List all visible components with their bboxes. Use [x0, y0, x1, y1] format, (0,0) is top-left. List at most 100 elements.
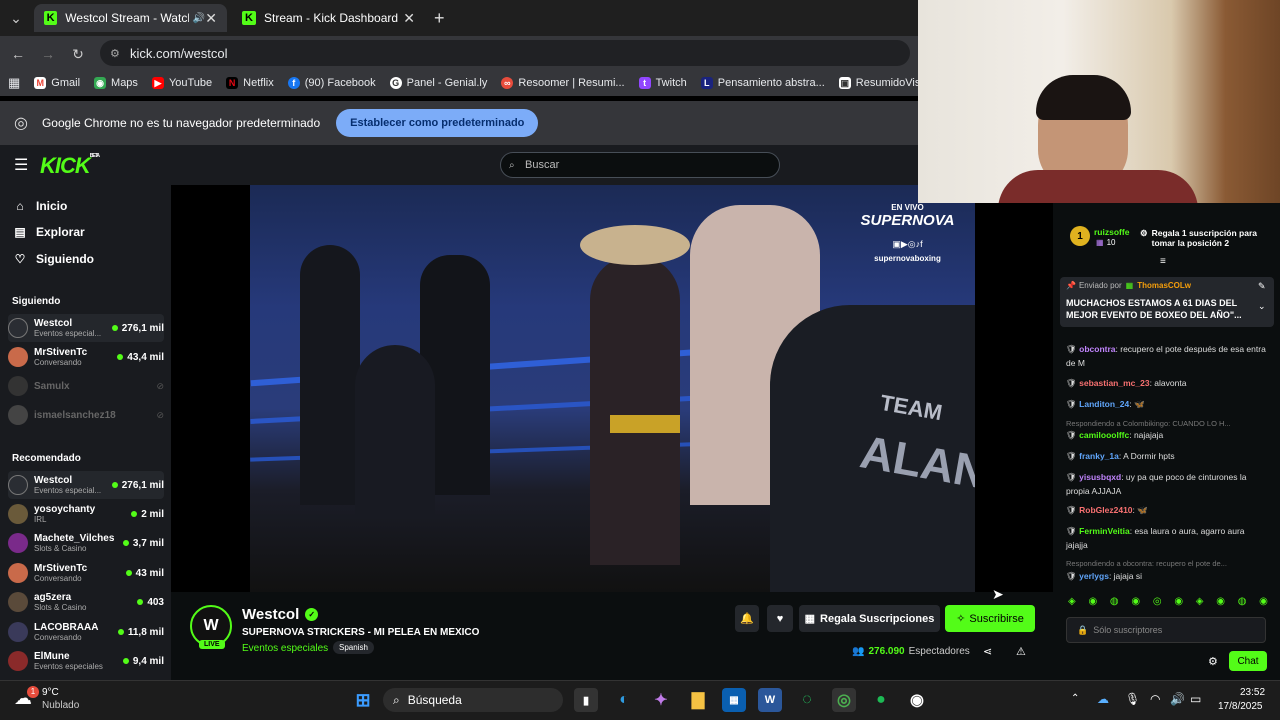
wifi-icon[interactable]: ◠ — [1150, 692, 1160, 706]
volume-icon[interactable]: 🔊 — [1170, 692, 1185, 706]
bookmark-genially[interactable]: G Panel - Genial.ly — [389, 77, 487, 89]
badge-icon: 🛡 — [1066, 430, 1080, 440]
recommended-ag5zera[interactable]: ag5zera Slots & Casino 403 — [8, 588, 164, 616]
bookmark-twitch[interactable]: t Twitch — [638, 77, 687, 89]
emote-bar[interactable]: ◈ ◉ ◍ ◉ ◎ ◉ ◈ ◉ ◍ ◉ — [1068, 596, 1268, 610]
notification-bell-icon[interactable]: 🔔 — [735, 605, 759, 632]
reload-icon[interactable]: ↻ — [68, 44, 88, 64]
top-gifter-count: ▦ 10 — [1096, 238, 1116, 247]
bookmark-youtube[interactable]: ▶ YouTube — [151, 77, 212, 89]
apps-icon[interactable]: ▦ — [8, 75, 20, 91]
clock-date[interactable]: 17/8/2025 — [1218, 701, 1263, 712]
word-icon[interactable]: W — [758, 688, 782, 712]
set-default-button[interactable]: Establecer como predeterminado — [336, 109, 539, 137]
video-frame[interactable]: TEAM ALAN EN VIVO SUPERNOVA ▣▶◎♪f supern… — [250, 185, 975, 592]
following-mrstiventc[interactable]: MrStivenTc Conversando 43,4 mil — [8, 343, 164, 371]
tab-search-icon[interactable]: ⌄ — [6, 8, 26, 28]
battery-icon[interactable]: ▭ — [1190, 692, 1201, 706]
site-info-icon[interactable]: ⚙ — [110, 47, 120, 60]
collapse-icon[interactable]: ≡ — [1160, 256, 1166, 267]
event-watermark: EN VIVO SUPERNOVA ▣▶◎♪f supernovaboxing — [850, 203, 965, 298]
chat-settings-gear-icon[interactable]: ⚙ — [1208, 655, 1218, 668]
following-westcol[interactable]: Westcol Eventos especial... 276,1 mil — [8, 314, 164, 342]
fighter-figure — [590, 255, 680, 565]
onedrive-icon[interactable]: ☁ — [1097, 692, 1109, 706]
nav-siguiendo[interactable]: ♡ Siguiendo — [12, 252, 94, 266]
weather-badge: 1 — [27, 686, 39, 698]
shirt — [998, 170, 1198, 203]
recommended-elmune[interactable]: ElMune Eventos especiales 9,4 mil — [8, 647, 164, 675]
close-tab-icon[interactable]: ✕ — [205, 10, 217, 27]
tab-westcol[interactable]: K Westcol Stream - Watch Live 🔊 ✕ — [34, 4, 227, 32]
following-samulx[interactable]: Samulx ⊘ — [8, 372, 164, 400]
gift-icon: ▦ — [804, 613, 816, 625]
badge-icon: 🛡 — [1066, 526, 1080, 536]
url-field[interactable]: ⚙ kick.com/westcol — [100, 40, 910, 66]
forward-icon[interactable]: → — [38, 44, 58, 64]
chat-send-button[interactable]: Chat — [1229, 651, 1267, 671]
recommended-westcol[interactable]: Westcol Eventos especial... 276,1 mil — [8, 471, 164, 499]
weather-desc: Nublado — [42, 700, 80, 711]
recommended-lacobraaa[interactable]: LACOBRAAA Conversando 11,8 mil — [8, 618, 164, 646]
obs-icon[interactable]: ◉ — [905, 688, 929, 712]
speaker-icon[interactable]: 🔊 — [193, 13, 205, 24]
bookmark-resumido[interactable]: ▣ResumidoVisualBasi... — [838, 77, 918, 89]
photographer-figure — [300, 245, 360, 505]
gift-subs-button[interactable]: ▦ Regala Suscripciones — [799, 605, 940, 632]
whatsapp-icon[interactable]: ◌ — [795, 688, 819, 712]
report-icon[interactable]: ⚠ — [1016, 645, 1026, 658]
follow-heart-icon[interactable]: ♥ — [767, 605, 793, 632]
edge-icon[interactable]: ◐ — [612, 688, 636, 712]
bookmark-resoomer[interactable]: ∞ Resoomer | Resumi... — [501, 77, 625, 89]
search-input[interactable]: ⌕ Buscar — [500, 152, 780, 178]
maps-icon: ◉ — [94, 77, 107, 89]
bookmark-netflix[interactable]: N Netflix — [226, 77, 274, 89]
chevron-down-icon[interactable]: ⌄ — [1258, 301, 1266, 312]
recommended-mrstiventc[interactable]: MrStivenTc Conversando 43 mil — [8, 559, 164, 587]
chrome-taskbar-icon[interactable]: ◎ — [832, 688, 856, 712]
top-gifter-name[interactable]: ruizsoffe — [1094, 227, 1129, 237]
tab-kick-dashboard[interactable]: K Stream - Kick Dashboard ✕ — [232, 4, 425, 32]
close-tab-icon[interactable]: ✕ — [403, 10, 415, 27]
share-icon[interactable]: ⋖ — [983, 645, 992, 658]
recommended-yosoychanty[interactable]: yosoychanty IRL 2 mil — [8, 500, 164, 528]
chat-message: 🛡 sebastian_mc_23: alavonta — [1066, 378, 1187, 388]
language-tag[interactable]: Spanish — [333, 641, 374, 654]
chevron-up-icon[interactable]: ⌃ — [1071, 693, 1079, 704]
recommended-machete-vilches[interactable]: Machete_Vilches Slots & Casino 3,7 mil — [8, 529, 164, 557]
bookmark-maps[interactable]: ◉ Maps — [94, 77, 138, 89]
gift-cta[interactable]: ⚙ Regala 1 suscripción para tomar la posi… — [1140, 228, 1265, 248]
new-tab-icon[interactable]: + — [434, 8, 445, 29]
taskbar-search[interactable]: ⌕ Búsqueda — [383, 688, 563, 712]
file-explorer-icon[interactable]: ▇ — [686, 688, 710, 712]
bookmark-facebook[interactable]: f (90) Facebook — [287, 77, 376, 89]
nav-inicio[interactable]: ⌂ Inicio — [12, 199, 67, 213]
clock-time[interactable]: 23:52 — [1240, 687, 1265, 698]
badge-icon: 🛡 — [1066, 451, 1080, 461]
windows-start-icon[interactable]: ⊞ — [351, 688, 375, 712]
back-icon[interactable]: ← — [8, 44, 28, 64]
avatar — [8, 376, 28, 396]
chat-message: 🛡 obcontra: recupero el pote después de … — [1066, 344, 1266, 368]
stream-category[interactable]: Eventos especiales — [242, 643, 328, 654]
emote-icon: ◉ — [1174, 596, 1184, 607]
chat-input[interactable]: 🔒 Sólo suscriptores — [1066, 617, 1266, 643]
store-icon[interactable]: ▦ — [722, 688, 746, 712]
bookmark-pensamiento[interactable]: L Pensamiento abstra... — [700, 77, 825, 89]
microphone-icon[interactable]: 🎙 — [1125, 692, 1140, 706]
task-view-icon[interactable]: ▮ — [574, 688, 598, 712]
following-ismaelsanchez18[interactable]: ismaelsanchez18 ⊘ — [8, 401, 164, 429]
nav-explorar[interactable]: ▤ Explorar — [12, 225, 84, 239]
subscribe-button[interactable]: ✧ Suscribirse — [945, 605, 1035, 632]
resoomer-icon: ∞ — [501, 77, 514, 89]
copilot-icon[interactable]: ✦ — [649, 688, 673, 712]
users-icon: 👥 — [852, 646, 865, 657]
bookmark-gmail[interactable]: M Gmail — [34, 77, 80, 89]
unpin-icon[interactable]: ✎ — [1258, 281, 1266, 292]
menu-icon[interactable]: ☰ — [14, 155, 28, 175]
kick-logo[interactable]: KICKBETA — [40, 153, 100, 179]
avatar — [8, 651, 28, 671]
taskbar — [0, 680, 1280, 720]
channel-name[interactable]: Westcol ✓ — [242, 606, 319, 623]
spotify-icon[interactable]: ● — [869, 688, 893, 712]
